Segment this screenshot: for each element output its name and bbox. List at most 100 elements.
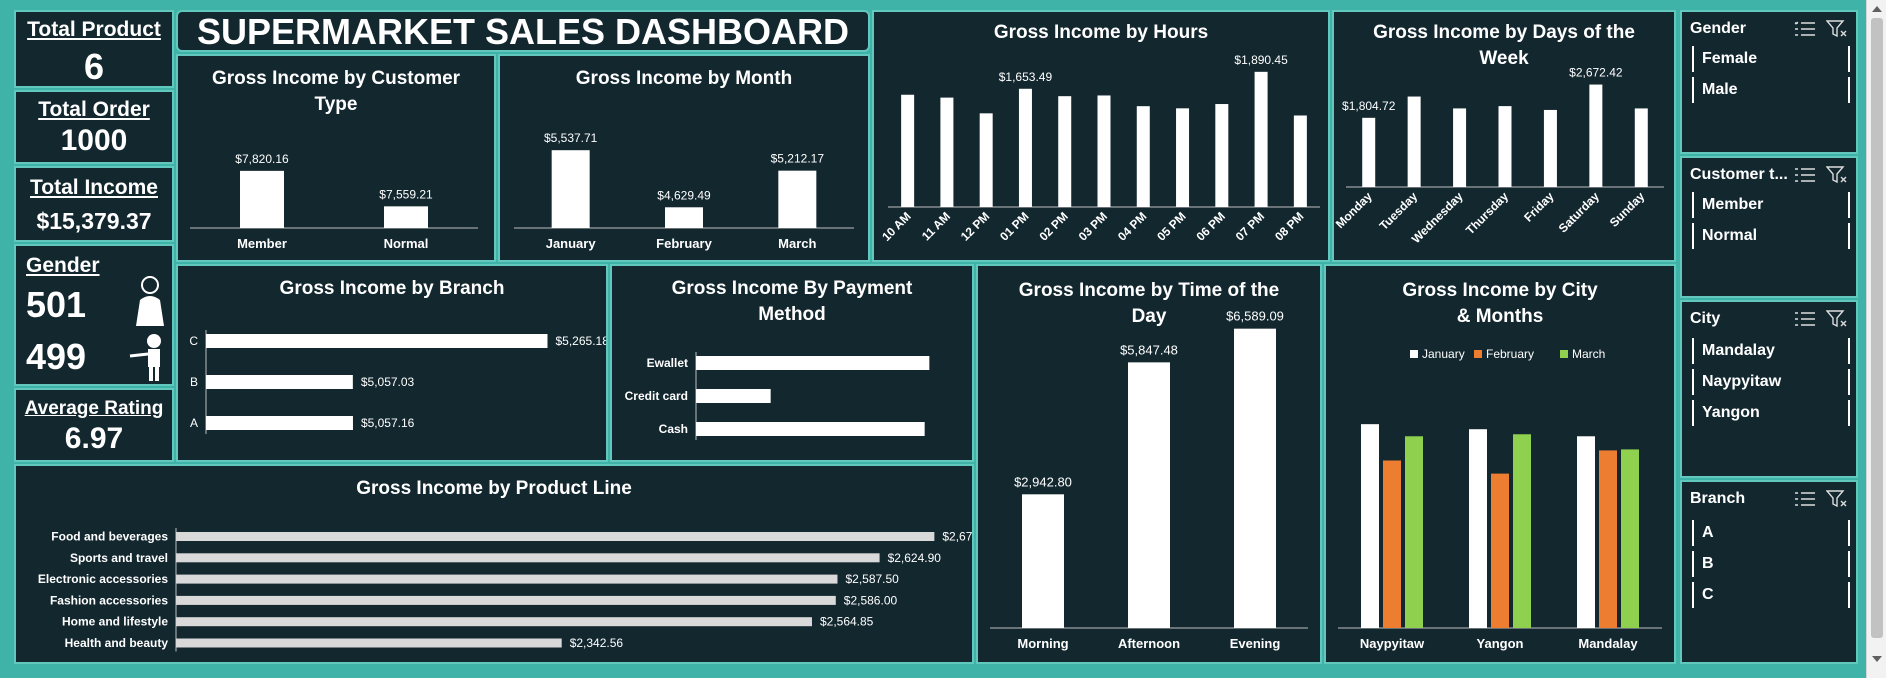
bar-12-pm [979,113,993,207]
payment-svg: Ewallet 345 Credit card 311 Cash 344 [625,352,930,440]
bar-07-pm [1254,71,1268,207]
bar-friday [1543,109,1557,187]
legend-swatch-january [1410,350,1418,358]
multi-select-icon[interactable] [1794,166,1816,184]
total-order-value: 1000 [60,124,128,157]
total-order-card: Total Order 1000 [14,90,174,164]
gender-slicer[interactable]: Gender Female Male [1680,10,1858,154]
customer-type-slicer[interactable]: Customer t... Member Normal [1680,156,1858,298]
total-income-label: Total Income [30,176,158,199]
slicer-item-a[interactable]: A [1692,520,1850,546]
slicer-item-member[interactable]: Member [1692,192,1850,218]
tick-label: Home and lifestyle [62,615,168,629]
tick-label: Evening [1230,636,1281,651]
slicer-title: Customer t... [1690,166,1788,183]
city-slicer[interactable]: City Mandalay Naypyitaw Yangon [1680,300,1858,478]
clear-filter-icon[interactable] [1825,490,1848,508]
total-order-label: Total Order [38,98,150,121]
bar-evening [1234,328,1276,628]
branch-svg: C $5,265.18 B $5,057.03 A $5,057.16 [189,330,606,434]
bar-mandalay-march [1621,449,1639,628]
bar-afternoon [1128,362,1170,628]
month-chart: Gross Income by Month $5,537.71 January $4… [498,54,870,262]
average-rating-card: Average Rating 6.97 [14,388,174,462]
data-label: 345 [903,356,923,370]
bar-04-pm [1136,106,1150,207]
tick-label: Cash [659,422,688,436]
bar-b [206,375,353,389]
branch-chart: Gross Income by Branch C $5,265.18 B $5,057… [176,264,608,462]
days-chart: Gross Income by Days of the Week $1,804.… [1332,10,1676,262]
hours-svg: 10 AM 11 AM 12 PM$1,653.4901 PM 02 PM 03 PM 0… [879,53,1320,244]
vertical-scrollbar[interactable] [1866,0,1886,678]
tick-label: B [190,375,198,389]
scroll-down-icon[interactable] [1867,652,1886,666]
bar-06-pm [1215,104,1229,207]
slicer-item-normal[interactable]: Normal [1692,223,1850,249]
bar-morning [1022,494,1064,628]
female-figure-icon [136,276,164,326]
slicer-item-c[interactable]: C [1692,582,1850,608]
bar-c [206,334,548,348]
multi-select-icon[interactable] [1794,490,1816,508]
tick-label: Sunday [1607,189,1648,230]
legend-label-february: February [1486,347,1534,361]
bar-05-pm [1176,108,1190,207]
clear-filter-icon[interactable] [1825,310,1848,328]
bar-mandalay-february [1599,450,1617,628]
tick-label: Yangon [1477,636,1524,651]
bar-home-and-lifestyle [176,617,812,627]
tick-label: Electronic accessories [38,572,168,586]
dashboard: Total Product 6 Total Order 1000 Total I… [0,0,1886,678]
scroll-thumb[interactable] [1871,18,1883,638]
branch-slicer[interactable]: Branch A B C [1680,480,1858,664]
time-of-day-chart: Gross Income by Time of the Day $2,942.8… [976,264,1322,664]
bar-thursday [1498,106,1512,187]
tick-label: 12 PM [958,209,992,243]
bar-08-pm [1293,115,1307,207]
customer-type-svg: $7,820.16 Member $7,559.21 Normal [190,152,478,251]
bar-ewallet [696,356,930,370]
slicer-title: Gender [1690,20,1747,37]
dashboard-title: SUPERMARKET SALES DASHBOARD [196,11,850,52]
slicer-item-b[interactable]: B [1692,551,1850,577]
bar-monday [1362,117,1376,187]
legend-swatch-march [1560,350,1568,358]
tick-label: February [656,236,712,251]
bar-tuesday [1407,96,1421,187]
bar-naypyitaw-march [1405,436,1423,628]
total-income-card: Total Income $15,379.37 [14,166,174,242]
gender-female-value: 501 [26,284,87,325]
slicer-item-male[interactable]: Male [1692,77,1850,103]
legend-label-january: January [1422,347,1465,361]
multi-select-icon[interactable] [1794,310,1816,328]
data-label: $5,265.18 [555,334,606,348]
average-rating-value: 6.97 [64,422,124,455]
bar-fashion-accessories [176,595,836,605]
data-label: $1,890.45 [1234,53,1288,67]
city-months-svg: January February March Naypyitaw Yangon Manda… [1338,347,1662,651]
bar-yangon-march [1513,434,1531,628]
tick-label: Fashion accessories [50,593,168,607]
product-line-chart: Gross Income by Product Line Food and be… [14,464,974,664]
slicer-item-yangon[interactable]: Yangon [1692,400,1850,426]
data-label: $4,629.49 [657,188,711,202]
bar-yangon-january [1469,429,1487,628]
data-label: $5,847.48 [1120,342,1178,357]
bar-03-pm [1097,95,1111,207]
slicer-item-mandalay[interactable]: Mandalay [1692,338,1850,364]
slicer-title: City [1690,310,1721,327]
data-label: $6,589.09 [1226,309,1284,324]
clear-filter-icon[interactable] [1825,20,1848,38]
bar-naypyitaw-february [1383,460,1401,628]
clear-filter-icon[interactable] [1825,166,1848,184]
slicer-item-naypyitaw[interactable]: Naypyitaw [1692,369,1850,395]
slicer-icons [1794,166,1848,189]
multi-select-icon[interactable] [1794,20,1816,38]
bar-11-am [940,97,954,207]
scroll-up-icon[interactable] [1867,2,1886,16]
bar-member [240,170,284,228]
bar-sports-and-travel [176,553,880,563]
tick-label: 07 PM [1233,209,1267,243]
slicer-item-female[interactable]: Female [1692,46,1850,72]
